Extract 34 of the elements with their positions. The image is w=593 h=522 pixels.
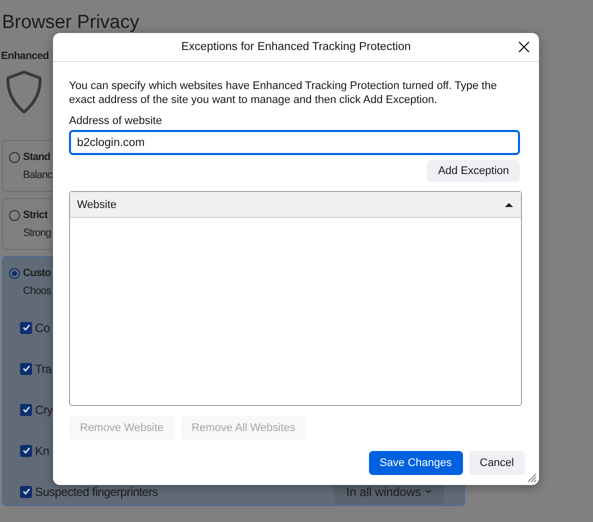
column-header[interactable]: Website	[70, 192, 521, 218]
checkbox-label: Tra	[35, 362, 52, 376]
option-description: Balanc	[23, 169, 52, 181]
section-label: Enhanced	[1, 50, 49, 62]
option-title: Custo	[23, 267, 51, 279]
cancel-button[interactable]: Cancel	[468, 451, 525, 475]
add-exception-button[interactable]: Add Exception	[427, 160, 520, 182]
checkbox[interactable]	[20, 362, 32, 374]
checkbox-label: Suspected fingerprinters	[35, 484, 158, 498]
address-input[interactable]: b2clogin.com	[69, 130, 520, 155]
page-heading: Browser Privacy	[2, 12, 140, 34]
checkbox-label: Co	[35, 320, 50, 334]
checkbox-label: Cry	[35, 402, 53, 416]
checkbox[interactable]	[20, 486, 32, 498]
close-button[interactable]	[518, 41, 530, 53]
shield-icon	[5, 70, 43, 114]
dialog-description: You can specify which websites have Enhanced Tracking Protection turned off. Type the exact address of the site you want to manage and then click Add Exception.	[69, 79, 498, 107]
checkbox[interactable]	[20, 322, 32, 334]
save-button[interactable]: Save Changes	[368, 451, 463, 475]
address-label: Address of website	[69, 115, 163, 127]
checkbox[interactable]	[20, 444, 32, 456]
option-description: Strong	[23, 227, 51, 239]
option-description: Choos	[23, 285, 51, 297]
checkbox[interactable]	[20, 404, 32, 416]
dialog-title: Exceptions for Enhanced Tracking Protection	[181, 41, 411, 53]
checkbox-label: Kn	[35, 444, 50, 458]
option-title: Strict	[23, 209, 48, 221]
radio-button[interactable]	[9, 268, 20, 278]
chevron-down-icon	[425, 489, 432, 494]
option-title: Stand	[23, 151, 50, 163]
radio-button[interactable]	[9, 152, 20, 162]
close-icon	[518, 41, 530, 53]
resize-grip-icon[interactable]	[527, 473, 537, 483]
radio-button[interactable]	[9, 210, 20, 220]
